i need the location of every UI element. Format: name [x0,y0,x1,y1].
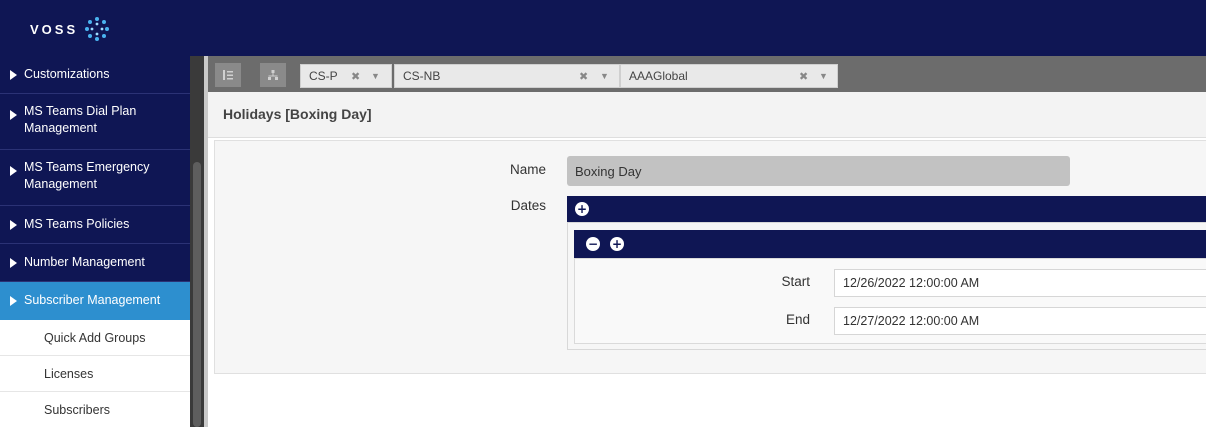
start-date-field[interactable]: 12/26/2022 12:00:00 AM [834,269,1206,297]
end-date-field[interactable]: 12/27/2022 12:00:00 AM [834,307,1206,335]
expand-arrow-icon [10,295,17,306]
end-label: End [785,312,810,327]
hierarchy-value: CS-P [309,69,338,83]
sidebar-item-ms-teams-emergency[interactable]: MS Teams Emergency Management [0,150,190,206]
sidebar-item-ms-teams-dial-plan[interactable]: MS Teams Dial Plan Management [0,94,190,150]
list-view-button[interactable] [215,63,241,87]
hierarchy-value: CS-NB [403,69,441,83]
hierarchy-select-cs-nb[interactable]: CS-NB ✖ ▼ [394,64,620,88]
add-date-icon[interactable]: + [610,237,624,251]
expand-arrow-icon [10,110,17,120]
chevron-down-icon[interactable]: ▼ [819,71,828,81]
hierarchy-tree-button[interactable] [260,63,286,87]
sidebar-scrollbar-thumb[interactable] [193,162,201,427]
page-title: Holidays [Boxing Day] [223,106,372,122]
expand-arrow-icon [10,257,17,268]
voss-logo[interactable]: VOSS [30,16,110,42]
sidebar-subitem-subscribers[interactable]: Subscribers [0,392,190,427]
sidebar-item-subscriber-management[interactable]: Subscriber Management [0,282,190,320]
date-entry-header: − + [574,230,1206,258]
sidebar-subitem-label: Licenses [44,366,94,381]
chevron-down-icon[interactable]: ▼ [600,71,609,81]
clear-icon[interactable]: ✖ [579,70,588,83]
name-value: Boxing Day [575,163,642,179]
name-label: Name [509,162,546,177]
page-title-bar: Holidays [Boxing Day] [208,92,1206,138]
sidebar-item-label: Customizations [24,67,110,81]
sidebar-item-label: MS Teams Policies [24,217,130,231]
hierarchy-select-aaaglobal[interactable]: AAAGlobal ✖ ▼ [620,64,838,88]
sidebar-item-label: Number Management [24,255,145,269]
expand-arrow-icon [10,166,17,176]
sidebar-item-label: Subscriber Management [24,293,161,307]
sidebar-item-label: MS Teams Emergency Management [24,159,150,191]
logo-text: VOSS [30,21,79,37]
sidebar-item-ms-teams-policies[interactable]: MS Teams Policies [0,206,190,244]
sidebar-item-number-management[interactable]: Number Management [0,244,190,282]
sidebar-item-customizations[interactable]: Customizations [0,56,190,94]
sidebar-item-label: MS Teams Dial Plan Management [24,103,137,135]
start-label: Start [781,274,810,289]
logo-mark-icon [85,17,110,41]
sidebar: Customizations MS Teams Dial Plan Manage… [0,56,190,427]
toolbar: CS-P ✖ ▼ CS-NB ✖ ▼ AAAGlobal ✖ ▼ [208,56,1206,92]
end-date-value: 12/27/2022 12:00:00 AM [843,314,980,328]
hierarchy-icon [268,70,278,80]
list-icon [223,70,233,80]
sidebar-subitem-quick-add-groups[interactable]: Quick Add Groups [0,320,190,356]
dates-group-header: + [567,196,1206,222]
hierarchy-select-cs-p[interactable]: CS-P ✖ ▼ [300,64,392,88]
start-date-value: 12/26/2022 12:00:00 AM [843,276,980,290]
add-date-icon[interactable]: + [575,202,589,216]
chevron-down-icon[interactable]: ▼ [371,71,380,81]
sidebar-subitem-label: Quick Add Groups [44,330,146,345]
hierarchy-value: AAAGlobal [629,69,688,83]
clear-icon[interactable]: ✖ [351,70,360,83]
sidebar-subitem-label: Subscribers [44,402,110,417]
dates-label: Dates [510,198,546,213]
expand-arrow-icon [10,69,17,80]
sidebar-subitem-licenses[interactable]: Licenses [0,356,190,392]
name-field[interactable]: Boxing Day [567,156,1070,186]
top-header: VOSS [0,0,1206,56]
remove-date-icon[interactable]: − [586,237,600,251]
clear-icon[interactable]: ✖ [799,70,808,83]
expand-arrow-icon [10,219,17,230]
